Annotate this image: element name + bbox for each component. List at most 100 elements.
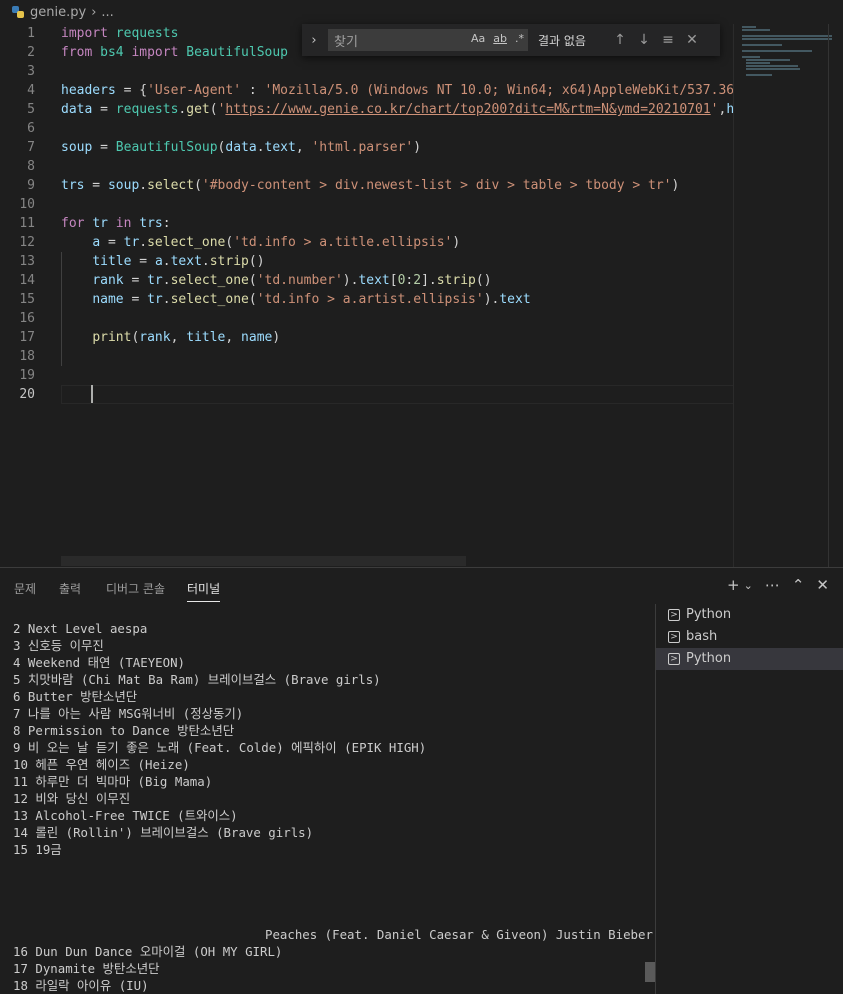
line-number: 10 — [19, 197, 35, 212]
close-icon[interactable]: ✕ — [680, 32, 704, 48]
python-file-icon — [12, 6, 24, 18]
line-number: 15 — [19, 292, 35, 307]
chevron-right-icon: › — [91, 4, 97, 20]
bottom-panel: 문제 출력 디버그 콘솔 터미널 + ⌄ ⋯ ⌃ ✕ 2 Next Level … — [0, 567, 843, 994]
code-editor[interactable]: 1 import requests 2 from bs4 import Beauti… — [0, 24, 733, 567]
terminal-line: 17 Dynamite 방탄소년단 — [13, 961, 160, 976]
code-line: 19 — [0, 366, 733, 385]
terminal-scrollbar[interactable] — [645, 962, 655, 982]
terminal-icon: > — [668, 631, 680, 643]
terminal-line: 11 하루만 더 빅마마 (Big Mama) — [13, 774, 213, 789]
terminal-line: 4 Weekend 태연 (TAEYEON) — [13, 655, 185, 670]
line-number: 14 — [19, 273, 35, 288]
match-case-toggle[interactable]: Aa — [471, 32, 485, 45]
vertical-scrollbar[interactable] — [828, 24, 829, 567]
line-number: 18 — [19, 349, 35, 364]
terminal-list-item[interactable]: > bash — [656, 626, 843, 648]
code-line: 18 — [0, 347, 733, 366]
tab-debug-console[interactable]: 디버그 콘솔 — [106, 580, 165, 597]
line-number: 20 — [19, 387, 35, 402]
find-widget: › 찾기 Aa ab .* 결과 없음 ↑ ↓ ≡ ✕ — [302, 24, 720, 56]
terminal-line: 8 Permission to Dance 방탄소년단 — [13, 723, 235, 738]
code-line: 6 — [0, 119, 733, 138]
terminal-line: 10 헤픈 우연 헤이즈 (Heize) — [13, 757, 190, 772]
find-result-count: 결과 없음 — [538, 33, 586, 48]
code-line: 12 a = tr.select_one('td.info > a.title.… — [0, 233, 733, 252]
terminal-list-item[interactable]: > Python — [656, 604, 843, 626]
find-in-selection-icon[interactable]: ≡ — [656, 32, 680, 48]
line-number: 13 — [19, 254, 35, 269]
line-number: 11 — [19, 216, 35, 231]
minimap[interactable] — [733, 24, 843, 567]
line-number: 8 — [27, 159, 35, 174]
terminal-line: 2 Next Level aespa — [13, 621, 148, 636]
code-line: 13 title = a.text.strip() — [0, 252, 733, 271]
terminal-line: 12 비와 당신 이무진 — [13, 791, 131, 806]
terminal-line: 18 라일락 아이유 (IU) — [13, 978, 149, 993]
line-number: 1 — [27, 26, 35, 41]
code-line: 9 trs = soup.select('#body-content > div.… — [0, 176, 733, 195]
chevron-down-icon[interactable]: ⌄ — [744, 579, 753, 594]
terminal-line: 14 롤린 (Rollin') 브레이브걸스 (Brave girls) — [13, 825, 314, 840]
line-number: 5 — [27, 102, 35, 117]
terminal-line: 9 비 오는 날 듣기 좋은 노래 (Feat. Colde) 에픽하이 (EP… — [13, 740, 427, 755]
arrow-down-icon[interactable]: ↓ — [632, 32, 656, 48]
tab-problems[interactable]: 문제 — [14, 580, 36, 597]
panel-tabs: 문제 출력 디버그 콘솔 터미널 — [0, 568, 843, 606]
breadcrumb-file[interactable]: genie.py — [30, 5, 86, 20]
code-line: 7 soup = BeautifulSoup(data.text, 'html.p… — [0, 138, 733, 157]
line-number: 17 — [19, 330, 35, 345]
line-number: 9 — [27, 178, 35, 193]
arrow-up-icon[interactable]: ↑ — [608, 32, 632, 48]
line-number: 19 — [19, 368, 35, 383]
new-terminal-icon[interactable]: + — [727, 576, 740, 594]
code-line: 20 — [0, 385, 733, 404]
terminal-line: 13 Alcohol-Free TWICE (트와이스) — [13, 808, 238, 823]
terminal-list: > Python > bash > Python — [655, 604, 843, 994]
line-number: 6 — [27, 121, 35, 136]
text-cursor — [91, 385, 93, 403]
code-line: 4 headers = {'User-Agent' : 'Mozilla/5.0 … — [0, 81, 733, 100]
line-number: 16 — [19, 311, 35, 326]
terminal-list-label: bash — [686, 629, 718, 644]
breadcrumb: genie.py › ... — [0, 0, 843, 24]
horizontal-scrollbar[interactable] — [61, 556, 466, 566]
terminal-line: 15 19금 — [13, 842, 62, 857]
terminal-line: 3 신호등 이무진 — [13, 638, 104, 653]
code-line: 15 name = tr.select_one('td.info > a.art… — [0, 290, 733, 309]
terminal-line: 6 Butter 방탄소년단 — [13, 689, 138, 704]
code-line: 10 — [0, 195, 733, 214]
code-line: 17 print(rank, title, name) — [0, 328, 733, 347]
chevron-right-icon[interactable]: › — [306, 33, 322, 48]
line-number: 12 — [19, 235, 35, 250]
code-line: 14 rank = tr.select_one('td.number').tex… — [0, 271, 733, 290]
find-input[interactable]: 찾기 Aa ab .* — [328, 29, 528, 51]
terminal-line: 7 나를 아는 사람 MSG워너비 (정상동기) — [13, 706, 244, 721]
terminal-line: 5 치맛바람 (Chi Mat Ba Ram) 브레이브걸스 (Brave gi… — [13, 672, 381, 687]
terminal-line: 16 Dun Dun Dance 오마이걸 (OH MY GIRL) — [13, 944, 283, 959]
terminal-list-item[interactable]: > Python — [656, 648, 843, 670]
close-panel-icon[interactable]: ✕ — [816, 576, 829, 594]
terminal-list-label: Python — [686, 607, 732, 622]
more-actions-icon[interactable]: ⋯ — [765, 576, 780, 594]
code-line: 5 data = requests.get('https://www.genie.… — [0, 100, 733, 119]
terminal-icon: > — [668, 653, 680, 665]
breadcrumb-rest[interactable]: ... — [101, 5, 113, 20]
code-line: 11 for tr in trs: — [0, 214, 733, 233]
terminal-list-label: Python — [686, 651, 732, 666]
regex-toggle[interactable]: .* — [515, 32, 524, 45]
line-number: 3 — [27, 64, 35, 79]
maximize-panel-icon[interactable]: ⌃ — [792, 576, 805, 594]
code-line: 3 — [0, 62, 733, 81]
line-number: 4 — [27, 83, 35, 98]
code-line: 8 — [0, 157, 733, 176]
tab-terminal[interactable]: 터미널 — [187, 580, 221, 602]
terminal-line: Peaches (Feat. Daniel Caesar & Giveon) J… — [265, 927, 653, 942]
whole-word-toggle[interactable]: ab — [493, 32, 507, 45]
tab-output[interactable]: 출력 — [59, 580, 81, 597]
terminal-icon: > — [668, 609, 680, 621]
code-line: 16 — [0, 309, 733, 328]
line-number: 2 — [27, 45, 35, 60]
terminal-output[interactable]: 2 Next Level aespa 3 신호등 이무진 4 Weekend 태… — [0, 608, 655, 994]
panel-actions: + ⌄ ⋯ ⌃ ✕ — [727, 576, 829, 594]
